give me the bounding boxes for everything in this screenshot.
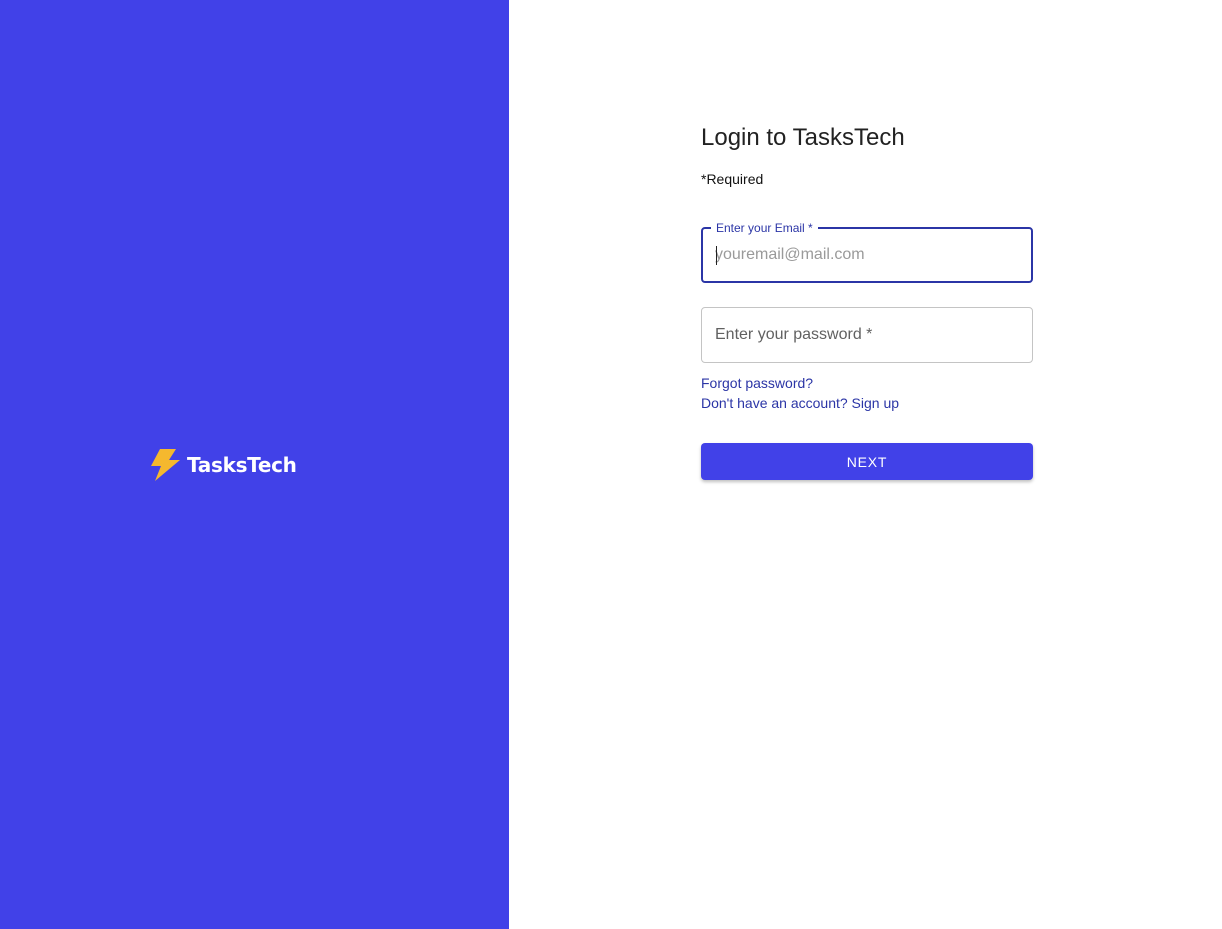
email-field[interactable]: Enter your Email * bbox=[701, 220, 1033, 283]
lightning-bolt-icon bbox=[151, 449, 180, 481]
brand-name: TasksTech bbox=[187, 453, 297, 477]
password-field[interactable]: Enter your password * bbox=[701, 307, 1033, 363]
next-button[interactable]: NEXT bbox=[701, 443, 1033, 480]
required-note: *Required bbox=[701, 171, 764, 187]
logo: TasksTech bbox=[149, 448, 297, 482]
brand-panel: TasksTech bbox=[0, 0, 509, 929]
email-input[interactable] bbox=[715, 229, 1015, 281]
text-cursor bbox=[716, 246, 717, 265]
auth-links: Forgot password? Don't have an account? … bbox=[701, 373, 899, 413]
page-title: Login to TasksTech bbox=[701, 124, 905, 151]
signup-link[interactable]: Don't have an account? Sign up bbox=[701, 393, 899, 413]
forgot-password-link[interactable]: Forgot password? bbox=[701, 373, 899, 393]
login-page: TasksTech Login to TasksTech *Required E… bbox=[0, 0, 1222, 929]
password-label: Enter your password * bbox=[715, 326, 873, 343]
